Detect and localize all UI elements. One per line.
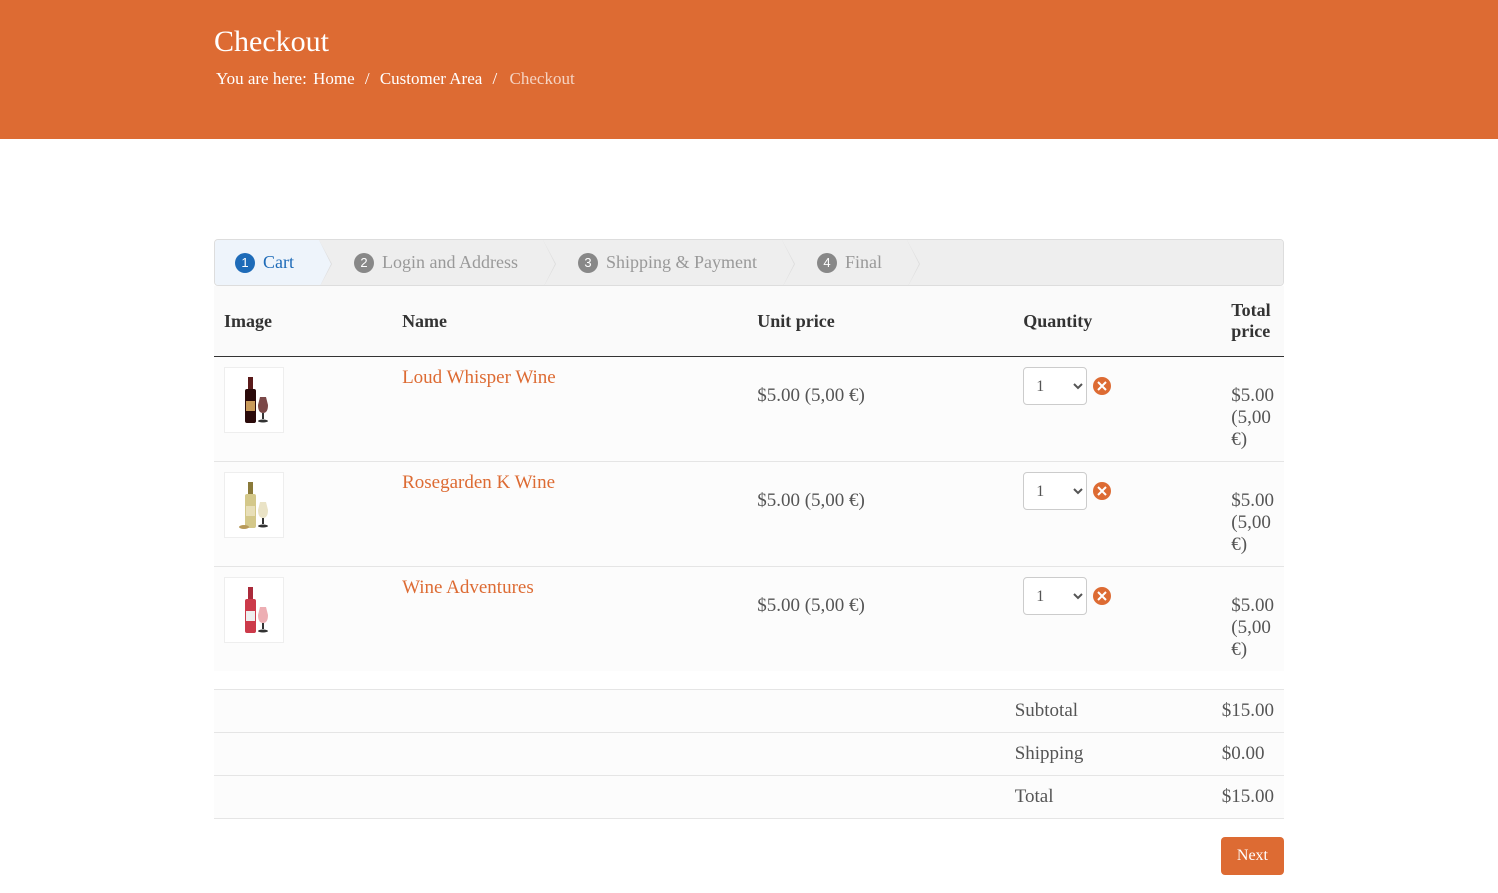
unit-price: $5.00 (5,00 €)	[747, 567, 1013, 672]
quantity-select[interactable]: 1	[1023, 577, 1087, 615]
step-final[interactable]: 4 Final	[782, 240, 907, 285]
wine-bottle-icon	[234, 375, 274, 425]
breadcrumb-label: You are here:	[216, 69, 307, 88]
shipping-row: Shipping $0.00	[214, 733, 1284, 776]
remove-button[interactable]	[1093, 482, 1111, 500]
wine-bottle-icon	[234, 585, 274, 635]
unit-price: $5.00 (5,00 €)	[747, 462, 1013, 567]
step-cart[interactable]: 1 Cart	[215, 240, 319, 285]
table-row: Loud Whisper Wine $5.00 (5,00 €) 1 $5.00…	[214, 357, 1284, 462]
column-quantity: Quantity	[1013, 286, 1221, 357]
total-row: Total $15.00	[214, 776, 1284, 819]
breadcrumb: You are here: Home / Customer Area / Che…	[214, 69, 1284, 89]
total-price: $5.00 (5,00 €)	[1221, 567, 1284, 672]
breadcrumb-separator: /	[493, 69, 498, 88]
wine-bottle-icon	[234, 480, 274, 530]
total-value: $15.00	[1212, 776, 1284, 819]
breadcrumb-separator: /	[365, 69, 370, 88]
column-name: Name	[392, 286, 747, 357]
quantity-select[interactable]: 1	[1023, 472, 1087, 510]
product-name-link[interactable]: Loud Whisper Wine	[402, 367, 556, 388]
subtotal-label: Subtotal	[1005, 690, 1212, 733]
step-label: Final	[845, 252, 882, 273]
checkout-steps: 1 Cart 2 Login and Address 3 Shipping & …	[214, 239, 1284, 286]
breadcrumb-current: Checkout	[510, 69, 575, 88]
quantity-select[interactable]: 1	[1023, 367, 1087, 405]
page-title: Checkout	[214, 25, 1284, 59]
column-image: Image	[214, 286, 392, 357]
remove-button[interactable]	[1093, 377, 1111, 395]
column-unit-price: Unit price	[747, 286, 1013, 357]
product-name-link[interactable]: Wine Adventures	[402, 577, 534, 598]
shipping-value: $0.00	[1212, 733, 1284, 776]
step-label: Login and Address	[382, 252, 518, 273]
subtotal-row: Subtotal $15.00	[214, 690, 1284, 733]
table-row: Wine Adventures $5.00 (5,00 €) 1 $5.00 (…	[214, 567, 1284, 672]
breadcrumb-customer-area[interactable]: Customer Area	[380, 69, 482, 88]
step-login-address[interactable]: 2 Login and Address	[319, 240, 543, 285]
step-number: 3	[578, 253, 598, 273]
step-number: 1	[235, 253, 255, 273]
next-button[interactable]: Next	[1221, 837, 1284, 875]
total-label: Total	[1005, 776, 1212, 819]
step-number: 2	[354, 253, 374, 273]
step-number: 4	[817, 253, 837, 273]
step-label: Shipping & Payment	[606, 252, 757, 273]
close-icon	[1097, 486, 1107, 496]
header-banner: Checkout You are here: Home / Customer A…	[0, 0, 1498, 139]
product-name-link[interactable]: Rosegarden K Wine	[402, 472, 555, 493]
shipping-label: Shipping	[1005, 733, 1212, 776]
close-icon	[1097, 591, 1107, 601]
cart-table: Image Name Unit price Quantity Total pri…	[214, 286, 1284, 671]
product-image	[224, 472, 284, 538]
product-image	[224, 577, 284, 643]
close-icon	[1097, 381, 1107, 391]
unit-price: $5.00 (5,00 €)	[747, 357, 1013, 462]
step-shipping-payment[interactable]: 3 Shipping & Payment	[543, 240, 782, 285]
product-image	[224, 367, 284, 433]
total-price: $5.00 (5,00 €)	[1221, 357, 1284, 462]
step-label: Cart	[263, 252, 294, 273]
column-total-price: Total price	[1221, 286, 1284, 357]
remove-button[interactable]	[1093, 587, 1111, 605]
table-row: Rosegarden K Wine $5.00 (5,00 €) 1 $5.00…	[214, 462, 1284, 567]
total-price: $5.00 (5,00 €)	[1221, 462, 1284, 567]
breadcrumb-home[interactable]: Home	[313, 69, 355, 88]
subtotal-value: $15.00	[1212, 690, 1284, 733]
totals-table: Subtotal $15.00 Shipping $0.00 Total $15…	[214, 689, 1284, 819]
